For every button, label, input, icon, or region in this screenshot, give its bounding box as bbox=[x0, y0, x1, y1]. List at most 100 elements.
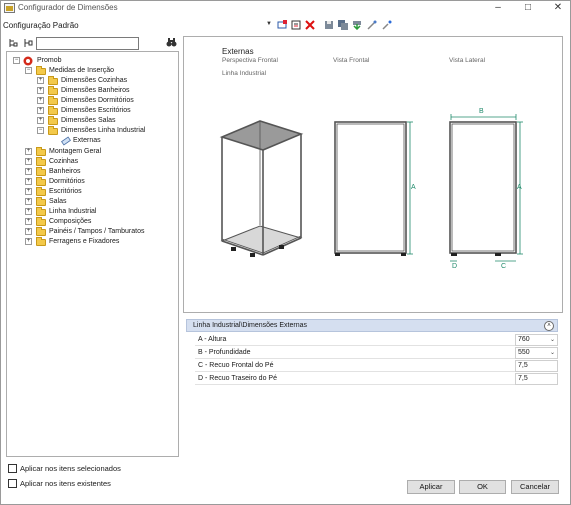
property-row-recuo-frontal: C - Recuo Frontal do Pé 7,5 bbox=[195, 360, 558, 372]
apply-selected-label: Aplicar nos itens selecionados bbox=[20, 464, 121, 473]
dim-label-a-side: A bbox=[517, 184, 522, 191]
apply-button[interactable]: Aplicar bbox=[407, 480, 455, 494]
tree-node-linha-industrial[interactable]: + Linha Industrial bbox=[25, 207, 175, 217]
property-label: A - Altura bbox=[198, 336, 227, 343]
import-icon[interactable] bbox=[352, 20, 362, 30]
folder-icon bbox=[48, 86, 58, 95]
unlink-icon[interactable] bbox=[382, 20, 392, 30]
tree-label: Cozinhas bbox=[49, 158, 79, 165]
tree-node-dimensoes-banheiros[interactable]: + Dimensões Banheiros bbox=[37, 86, 177, 96]
tree-label: Dimensões Dormitórios bbox=[61, 97, 134, 104]
configuration-dropdown[interactable]: Configuração Padrão ▼ bbox=[1, 19, 273, 31]
folder-icon bbox=[48, 76, 58, 85]
chevron-down-icon: ▼ bbox=[266, 21, 272, 27]
rename-config-icon[interactable] bbox=[291, 20, 301, 30]
properties-header[interactable]: Linha Industrial\Dimensões Externas ˄ bbox=[186, 319, 558, 332]
ok-button[interactable]: OK bbox=[459, 480, 506, 494]
collapse-icon[interactable]: − bbox=[25, 67, 32, 74]
expand-icon[interactable]: + bbox=[25, 198, 32, 205]
tree-node-paineis[interactable]: + Painéis / Tampos / Tamburatos bbox=[25, 227, 175, 237]
tree-search-input[interactable] bbox=[36, 37, 139, 50]
profundidade-select[interactable]: 550 ⌄ bbox=[515, 347, 558, 359]
category-tree: − Promob − Medidas de Inserção + Dimensõ… bbox=[6, 51, 179, 457]
ruler-icon bbox=[61, 136, 71, 146]
collapse-section-icon[interactable]: ˄ bbox=[544, 321, 554, 331]
front-view bbox=[334, 121, 407, 254]
side-view bbox=[449, 121, 517, 254]
expand-icon[interactable]: + bbox=[25, 158, 32, 165]
maximize-button[interactable]: □ bbox=[513, 1, 543, 16]
expand-icon[interactable]: + bbox=[25, 178, 32, 185]
expand-icon[interactable]: + bbox=[37, 87, 44, 94]
tree-node-salas[interactable]: + Salas bbox=[25, 197, 175, 207]
tree-node-banheiros[interactable]: + Banheiros bbox=[25, 167, 175, 177]
binoculars-icon[interactable] bbox=[166, 37, 177, 48]
folder-icon bbox=[36, 207, 46, 216]
expand-icon[interactable]: + bbox=[37, 107, 44, 114]
tree-node-cozinhas[interactable]: + Cozinhas bbox=[25, 157, 175, 167]
tree-node-promob[interactable]: − Promob bbox=[13, 56, 173, 66]
collapse-icon[interactable]: − bbox=[13, 57, 20, 64]
expand-icon[interactable]: + bbox=[25, 168, 32, 175]
delete-icon[interactable] bbox=[305, 20, 315, 30]
tree-node-montagem-geral[interactable]: + Montagem Geral bbox=[25, 147, 175, 157]
save-all-icon[interactable] bbox=[338, 20, 348, 30]
expand-icon[interactable]: + bbox=[25, 228, 32, 235]
expand-icon[interactable]: + bbox=[37, 77, 44, 84]
apply-existing-label: Aplicar nos itens existentes bbox=[20, 479, 111, 488]
tree-node-composicoes[interactable]: + Composições bbox=[25, 217, 175, 227]
tree-node-ferragens[interactable]: + Ferragens e Fixadores bbox=[25, 237, 175, 247]
folder-icon bbox=[48, 96, 58, 105]
apply-existing-checkbox[interactable] bbox=[8, 479, 17, 488]
property-row-recuo-traseiro: D - Recuo Traseiro do Pé 7,5 bbox=[195, 373, 558, 385]
altura-select[interactable]: 760 ⌄ bbox=[515, 334, 558, 346]
expand-icon[interactable]: + bbox=[25, 218, 32, 225]
tree-node-escritorios[interactable]: + Escritórios bbox=[25, 187, 175, 197]
tree-node-medidas-insercao[interactable]: − Medidas de Inserção bbox=[25, 66, 175, 76]
dim-label-b: B bbox=[479, 108, 484, 115]
tree-label: Dimensões Linha Industrial bbox=[61, 127, 146, 134]
collapse-icon[interactable]: − bbox=[37, 127, 44, 134]
tree-node-dimensoes-dormitorios[interactable]: + Dimensões Dormitórios bbox=[37, 96, 177, 106]
close-button[interactable]: ✕ bbox=[543, 1, 571, 16]
folder-icon bbox=[36, 177, 46, 186]
chevron-down-icon: ⌄ bbox=[549, 337, 555, 343]
expand-all-icon[interactable] bbox=[8, 38, 18, 48]
title-bar: Configurador de Dimensões – □ ✕ bbox=[1, 1, 570, 16]
expand-icon[interactable]: + bbox=[25, 188, 32, 195]
recuo-traseiro-value: 7,5 bbox=[518, 375, 528, 382]
folder-icon bbox=[36, 157, 46, 166]
link-icon[interactable] bbox=[367, 20, 377, 30]
tree-node-externas[interactable]: Externas bbox=[61, 136, 161, 146]
tree-node-dimensoes-salas[interactable]: + Dimensões Salas bbox=[37, 116, 177, 126]
folder-icon bbox=[48, 116, 58, 125]
profundidade-value: 550 bbox=[518, 349, 530, 356]
new-config-icon[interactable] bbox=[277, 20, 287, 30]
expand-icon[interactable]: + bbox=[25, 208, 32, 215]
expand-icon[interactable]: + bbox=[25, 148, 32, 155]
dimension-configurator-window: Configurador de Dimensões – □ ✕ Configur… bbox=[0, 0, 571, 505]
tree-node-dormitorios[interactable]: + Dormitórios bbox=[25, 177, 175, 187]
recuo-traseiro-input[interactable]: 7,5 bbox=[515, 373, 558, 385]
recuo-frontal-input[interactable]: 7,5 bbox=[515, 360, 558, 372]
cancel-button[interactable]: Cancelar bbox=[511, 480, 559, 494]
tree-node-dimensoes-linha-industrial[interactable]: − Dimensões Linha Industrial bbox=[37, 126, 177, 136]
tree-label: Linha Industrial bbox=[49, 208, 97, 215]
collapse-all-icon[interactable] bbox=[23, 38, 33, 48]
minimize-button[interactable]: – bbox=[483, 1, 513, 16]
tree-node-dimensoes-cozinhas[interactable]: + Dimensões Cozinhas bbox=[37, 76, 177, 86]
folder-icon bbox=[36, 147, 46, 156]
folder-icon bbox=[36, 66, 46, 75]
dimension-properties: Linha Industrial\Dimensões Externas ˄ A … bbox=[186, 319, 558, 389]
expand-icon[interactable]: + bbox=[25, 238, 32, 245]
window-title: Configurador de Dimensões bbox=[18, 3, 118, 12]
apply-selected-checkbox[interactable] bbox=[8, 464, 17, 473]
tree-label: Dimensões Banheiros bbox=[61, 87, 130, 94]
save-icon[interactable] bbox=[324, 20, 334, 30]
tree-label: Dimensões Escritórios bbox=[61, 107, 131, 114]
tree-node-dimensoes-escritorios[interactable]: + Dimensões Escritórios bbox=[37, 106, 177, 116]
expand-icon[interactable]: + bbox=[37, 117, 44, 124]
folder-icon bbox=[36, 187, 46, 196]
expand-icon[interactable]: + bbox=[37, 97, 44, 104]
dim-label-c: C bbox=[501, 263, 507, 270]
